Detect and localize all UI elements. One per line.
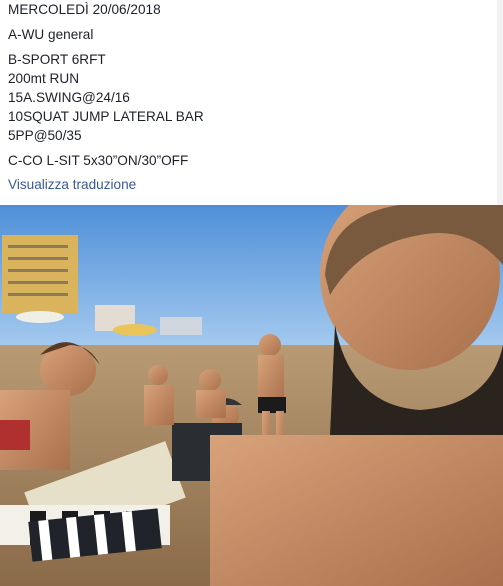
section-b-line: 200mt RUN	[8, 71, 80, 86]
see-translation-link[interactable]: Visualizza traduzione	[8, 177, 136, 192]
section-c: C-CO L-SIT 5x30”ON/30”OFF	[8, 153, 189, 168]
section-a: A-WU general	[8, 27, 94, 42]
section-b-line: 10SQUAT JUMP LATERAL BAR	[8, 109, 204, 124]
post-date: MERCOLEDÌ 20/06/2018	[8, 2, 161, 17]
post-photo[interactable]	[0, 205, 503, 586]
section-b-line: 5PP@50/35	[8, 128, 82, 143]
beach-selfie-image	[0, 205, 503, 586]
post-text: MERCOLEDÌ 20/06/2018 A-WU general B-SPOR…	[8, 0, 488, 170]
section-b-line: B-SPORT 6RFT	[8, 52, 106, 67]
section-b-line: 15A.SWING@24/16	[8, 90, 130, 105]
scrollbar[interactable]	[497, 0, 503, 205]
